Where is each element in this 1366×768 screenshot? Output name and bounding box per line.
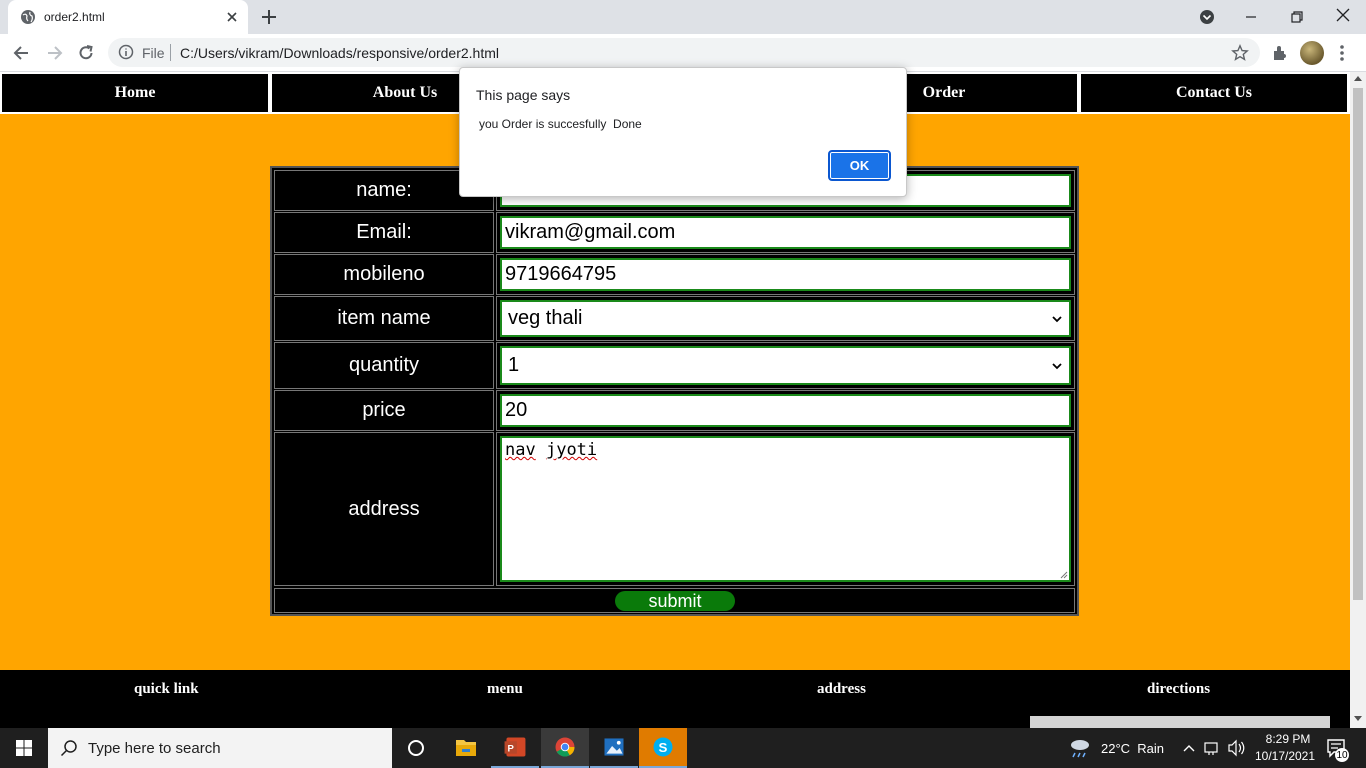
nav-home[interactable]: Home — [2, 74, 268, 112]
svg-text:S: S — [659, 740, 668, 755]
tab-title: order2.html — [44, 10, 105, 24]
address-bar[interactable]: File C:/Users/vikram/Downloads/responsiv… — [108, 38, 1260, 67]
email-cell: vikram@gmail.com — [496, 212, 1075, 253]
restore-icon[interactable] — [1288, 8, 1306, 26]
new-tab-icon[interactable] — [260, 8, 278, 26]
alert-dialog: This page says you Order is succesfully … — [459, 67, 907, 197]
item-select-value: veg thali — [508, 307, 583, 329]
quantity-select-value: 1 — [508, 354, 520, 376]
dialog-title: This page says — [476, 87, 571, 103]
dialog-message: you Order is succesfully Done — [479, 117, 642, 131]
address-word: jyoti — [545, 440, 598, 460]
powerpoint-icon[interactable]: P — [491, 728, 539, 768]
search-icon — [60, 740, 77, 757]
mobile-cell: 9719664795 — [496, 254, 1075, 295]
submit-button[interactable]: submit — [615, 591, 735, 611]
taskbar-search[interactable]: Type here to search — [48, 728, 392, 768]
browser-tab-strip: order2.html — [0, 0, 1366, 34]
chrome-icon[interactable] — [541, 728, 589, 768]
forward-icon[interactable] — [44, 43, 64, 63]
file-explorer-icon[interactable] — [442, 728, 490, 768]
reload-icon[interactable] — [76, 43, 96, 63]
price-cell: 20 — [496, 390, 1075, 431]
mobile-input[interactable]: 9719664795 — [500, 258, 1071, 291]
cortana-icon[interactable] — [392, 728, 440, 768]
address-word: nav — [505, 440, 536, 460]
chevron-down-icon — [1052, 315, 1062, 322]
globe-icon — [21, 10, 35, 24]
chevron-up-icon[interactable] — [1181, 728, 1197, 768]
url-text[interactable]: C:/Users/vikram/Downloads/responsive/ord… — [180, 45, 499, 61]
volume-icon[interactable] — [1226, 728, 1246, 768]
tab-search-icon[interactable] — [1198, 8, 1216, 26]
footer-address[interactable]: address — [817, 681, 866, 698]
nav-contact-us[interactable]: Contact Us — [1081, 74, 1347, 112]
address-cell: nav jyoti — [496, 432, 1075, 586]
window-close-icon[interactable] — [1334, 6, 1352, 24]
network-icon[interactable] — [1203, 728, 1221, 768]
footer-directions[interactable]: directions — [1147, 681, 1210, 698]
footer-quick-link[interactable]: quick link — [134, 681, 199, 698]
quantity-cell: 1 — [496, 342, 1075, 389]
clock-time[interactable]: 8:29 PM — [1258, 732, 1318, 746]
footer-map-frame — [1030, 716, 1330, 728]
page-scrollbar[interactable] — [1350, 72, 1366, 728]
omnibox-divider — [170, 44, 171, 61]
scroll-down-arrow-icon[interactable] — [1354, 716, 1362, 722]
price-label: price — [274, 390, 494, 431]
quantity-select[interactable]: 1 — [500, 346, 1071, 385]
email-input[interactable]: vikram@gmail.com — [500, 216, 1071, 249]
address-row: address nav jyoti — [274, 432, 1075, 586]
footer-menu[interactable]: menu — [487, 681, 523, 698]
item-cell: veg thali — [496, 296, 1075, 341]
quantity-row: quantity 1 — [274, 342, 1075, 389]
address-textarea[interactable]: nav jyoti — [500, 436, 1071, 582]
clock-date[interactable]: 10/17/2021 — [1250, 749, 1320, 763]
tab-close-icon[interactable] — [224, 9, 240, 25]
chevron-down-icon — [1052, 362, 1062, 369]
profile-avatar[interactable] — [1300, 41, 1324, 65]
page-footer: quick link menu address directions — [0, 670, 1350, 728]
price-row: price 20 — [274, 390, 1075, 431]
url-scheme-label: File — [142, 45, 165, 61]
weather-text[interactable]: 22°C Rain — [1101, 741, 1164, 756]
notification-icon[interactable] — [1322, 728, 1352, 768]
minimize-icon[interactable] — [1242, 8, 1260, 26]
windows-taskbar: Type here to search P S 22°C Rain 8:29 P… — [0, 728, 1366, 768]
notification-count: 10 — [1336, 750, 1348, 761]
mobile-row: mobileno 9719664795 — [274, 254, 1075, 295]
ok-button[interactable]: OK — [828, 150, 891, 181]
photos-icon[interactable] — [590, 728, 638, 768]
item-row: item name veg thali — [274, 296, 1075, 341]
email-row: Email: vikram@gmail.com — [274, 212, 1075, 253]
svg-text:P: P — [508, 743, 515, 754]
back-icon[interactable] — [12, 43, 32, 63]
weather-rain-icon[interactable] — [1066, 728, 1094, 768]
windows-start-icon[interactable] — [0, 728, 48, 768]
bookmark-star-icon[interactable] — [1231, 44, 1249, 62]
order-form: name: Email: vikram@gmail.com mobileno 9… — [270, 166, 1079, 616]
browser-tab[interactable]: order2.html — [8, 0, 248, 34]
mobile-label: mobileno — [274, 254, 494, 295]
quantity-label: quantity — [274, 342, 494, 389]
skype-icon[interactable]: S — [639, 728, 687, 768]
scroll-thumb[interactable] — [1353, 88, 1363, 600]
search-placeholder: Type here to search — [88, 740, 221, 757]
info-icon[interactable] — [118, 44, 134, 60]
price-input[interactable]: 20 — [500, 394, 1071, 427]
scroll-up-arrow-icon[interactable] — [1354, 75, 1362, 81]
extensions-icon[interactable] — [1270, 43, 1290, 63]
address-label: address — [274, 432, 494, 586]
resize-handle-icon[interactable] — [1060, 571, 1068, 579]
item-select[interactable]: veg thali — [500, 300, 1071, 337]
item-label: item name — [274, 296, 494, 341]
email-label: Email: — [274, 212, 494, 253]
browser-menu-icon[interactable] — [1336, 43, 1348, 63]
submit-row: submit — [274, 588, 1075, 613]
